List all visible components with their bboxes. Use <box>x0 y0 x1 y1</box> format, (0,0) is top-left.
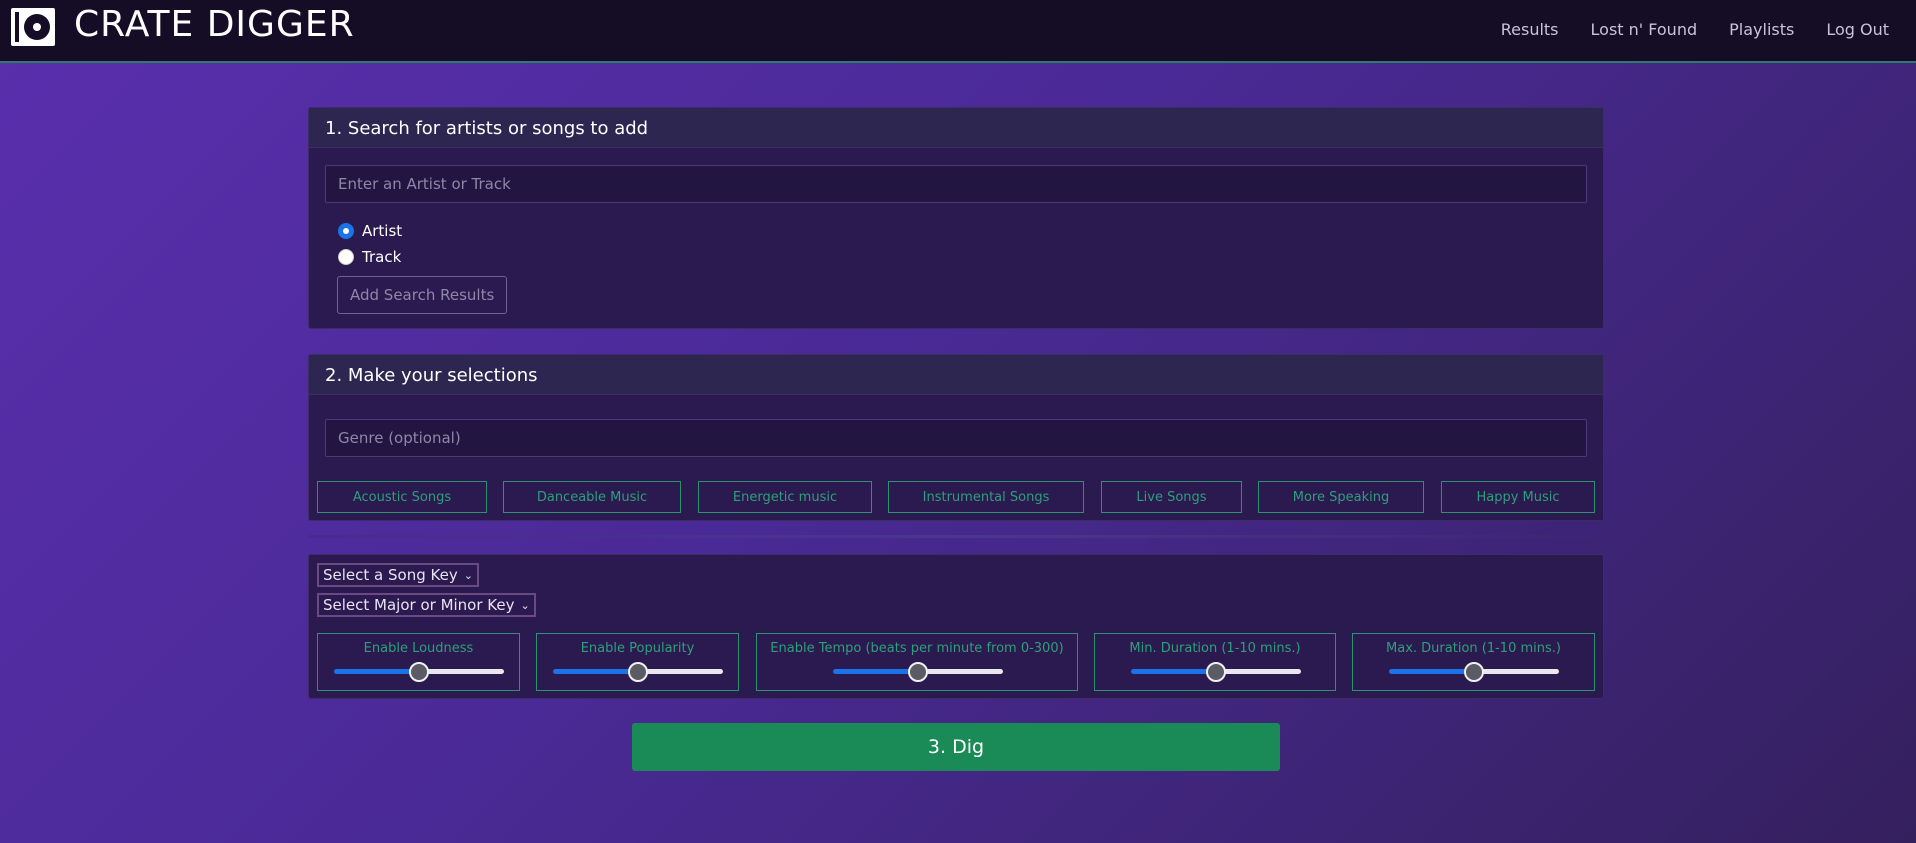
search-input[interactable] <box>325 165 1587 203</box>
dig-button[interactable]: 3. Dig <box>632 723 1280 771</box>
chevron-down-icon: ⌄ <box>520 598 530 612</box>
nav-results[interactable]: Results <box>1501 20 1559 39</box>
nav-links: Results Lost n' Found Playlists Log Out <box>1469 20 1889 39</box>
selection-card-title: 2. Make your selections <box>309 355 1603 395</box>
tempo-slider-box: Enable Tempo (beats per minute from 0-30… <box>756 633 1078 691</box>
max-duration-label: Max. Duration (1-10 mins.) <box>1386 641 1561 656</box>
section-divider <box>308 535 1604 538</box>
mode-select[interactable]: Select Major or Minor Key ⌄ <box>317 593 536 617</box>
radio-artist[interactable]: Artist <box>338 222 402 240</box>
brand-title[interactable]: CRATE DIGGER <box>74 4 355 45</box>
advanced-card: Select a Song Key ⌄ Select Major or Mino… <box>308 554 1604 699</box>
chevron-down-icon: ⌄ <box>463 568 473 582</box>
mood-energetic-button[interactable]: Energetic music <box>698 481 872 513</box>
min-duration-slider-thumb[interactable] <box>1206 662 1226 682</box>
song-key-select[interactable]: Select a Song Key ⌄ <box>317 563 479 587</box>
selection-card: 2. Make your selections Acoustic Songs D… <box>308 354 1604 521</box>
nav-lost-n-found[interactable]: Lost n' Found <box>1591 20 1698 39</box>
popularity-label: Enable Popularity <box>580 641 695 656</box>
genre-input[interactable] <box>325 419 1587 457</box>
nav-log-out[interactable]: Log Out <box>1826 20 1889 39</box>
mood-instrumental-button[interactable]: Instrumental Songs <box>888 481 1084 513</box>
radio-artist-label: Artist <box>362 222 403 240</box>
radio-track[interactable]: Track <box>338 248 401 266</box>
mood-happy-button[interactable]: Happy Music <box>1441 481 1595 513</box>
add-search-results-button[interactable]: Add Search Results <box>337 276 508 314</box>
mode-select-label: Select Major or Minor Key <box>323 596 515 614</box>
song-key-select-label: Select a Song Key <box>323 566 458 584</box>
search-card-title: 1. Search for artists or songs to add <box>309 108 1603 148</box>
radio-track-button[interactable] <box>338 249 354 265</box>
radio-track-label: Track <box>362 248 402 266</box>
loudness-slider-thumb[interactable] <box>409 662 429 682</box>
turntable-icon[interactable] <box>11 8 55 46</box>
search-card: 1. Search for artists or songs to add Ar… <box>308 107 1604 329</box>
navbar: CRATE DIGGER Results Lost n' Found Playl… <box>0 0 1916 63</box>
popularity-slider-box: Enable Popularity <box>536 633 739 691</box>
max-duration-slider-thumb[interactable] <box>1464 662 1484 682</box>
radio-artist-button[interactable] <box>338 223 354 239</box>
loudness-label: Enable Loudness <box>363 641 474 656</box>
min-duration-slider-box: Min. Duration (1-10 mins.) <box>1094 633 1336 691</box>
mood-acoustic-button[interactable]: Acoustic Songs <box>317 481 487 513</box>
mood-speaking-button[interactable]: More Speaking <box>1258 481 1424 513</box>
tempo-label: Enable Tempo (beats per minute from 0-30… <box>770 641 1064 656</box>
popularity-slider-thumb[interactable] <box>628 662 648 682</box>
mood-live-button[interactable]: Live Songs <box>1101 481 1242 513</box>
nav-playlists[interactable]: Playlists <box>1729 20 1794 39</box>
max-duration-slider-box: Max. Duration (1-10 mins.) <box>1352 633 1595 691</box>
loudness-slider-box: Enable Loudness <box>317 633 520 691</box>
mood-danceable-button[interactable]: Danceable Music <box>503 481 681 513</box>
tempo-slider-thumb[interactable] <box>908 662 928 682</box>
min-duration-label: Min. Duration (1-10 mins.) <box>1129 641 1301 656</box>
